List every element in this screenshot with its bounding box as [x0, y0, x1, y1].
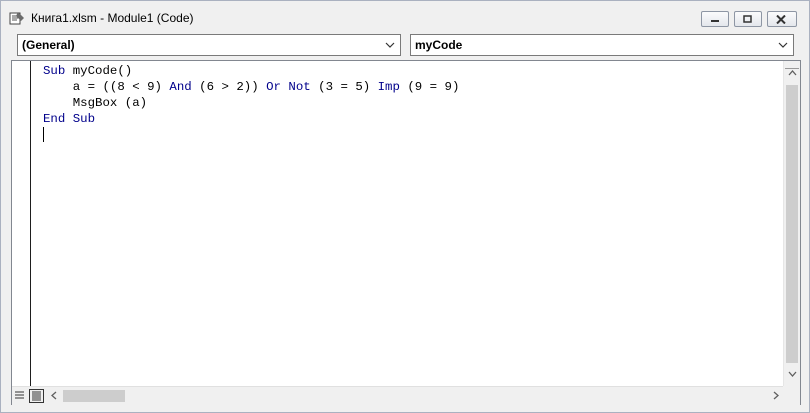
keyword-token: Not: [288, 80, 311, 94]
scrollbar-corner: [783, 386, 800, 404]
code-token: a = ((8 < 9): [43, 80, 170, 94]
close-button[interactable]: [767, 11, 797, 27]
minimize-button[interactable]: [701, 11, 729, 27]
keyword-token: Sub: [43, 64, 66, 78]
horizontal-scrollbar[interactable]: [12, 386, 800, 405]
text-caret: [43, 127, 44, 142]
close-icon: [776, 15, 786, 24]
vertical-scrollbar[interactable]: [783, 61, 800, 387]
chevron-down-icon: [385, 42, 395, 48]
keyword-token: Imp: [377, 80, 400, 94]
code-token: MsgBox (a): [43, 96, 148, 110]
keyword-token: And: [169, 80, 192, 94]
code-line[interactable]: MsgBox (a): [43, 95, 459, 111]
restore-icon: [743, 15, 752, 23]
keyword-token: Sub: [72, 112, 96, 126]
procedure-view-button[interactable]: [13, 389, 28, 403]
procedure-dropdown[interactable]: myCode: [410, 34, 794, 56]
margin-indicator-bar[interactable]: [12, 61, 31, 386]
vba-module-icon: [9, 10, 25, 26]
scroll-up-icon[interactable]: [788, 70, 797, 76]
code-token: myCode(): [65, 64, 133, 78]
minimize-icon: [711, 20, 719, 22]
keyword-token: Or: [266, 80, 281, 94]
chevron-down-icon: [778, 42, 788, 48]
horizontal-scroll-thumb[interactable]: [63, 390, 125, 402]
vba-code-window: Книга1.xlsm - Module1 (Code) (General) m…: [0, 0, 810, 413]
maximize-button[interactable]: [734, 11, 762, 27]
object-dropdown[interactable]: (General): [17, 34, 401, 56]
scroll-left-icon[interactable]: [51, 391, 57, 400]
procedure-view-icon: [15, 391, 24, 399]
scroll-down-icon[interactable]: [788, 371, 797, 377]
code-line[interactable]: a = ((8 < 9) And (6 > 2)) Or Not (3 = 5)…: [43, 79, 460, 95]
procedure-dropdown-value: myCode: [415, 38, 463, 52]
code-token: (3 = 5): [310, 80, 378, 94]
code-line[interactable]: Sub myCode(): [43, 63, 459, 79]
code-editor[interactable]: Sub myCode() a = ((8 < 9) And (6 > 2)) O…: [11, 60, 801, 405]
window-title: Книга1.xlsm - Module1 (Code): [31, 11, 194, 25]
split-bar-handle[interactable]: [785, 62, 799, 69]
vertical-scroll-thumb[interactable]: [786, 85, 798, 363]
code-token: (9 = 9): [399, 80, 460, 94]
full-module-view-button[interactable]: [29, 389, 44, 403]
code-text[interactable]: Sub myCode() a = ((8 < 9) And (6 > 2)) O…: [43, 63, 459, 127]
code-line[interactable]: End Sub: [43, 111, 459, 127]
code-token: (6 > 2)): [191, 80, 267, 94]
keyword-token: End: [43, 112, 66, 126]
object-dropdown-value: (General): [22, 38, 75, 52]
scroll-right-icon[interactable]: [773, 391, 779, 400]
full-module-view-icon: [32, 391, 41, 401]
title-bar[interactable]: Книга1.xlsm - Module1 (Code): [1, 1, 809, 33]
